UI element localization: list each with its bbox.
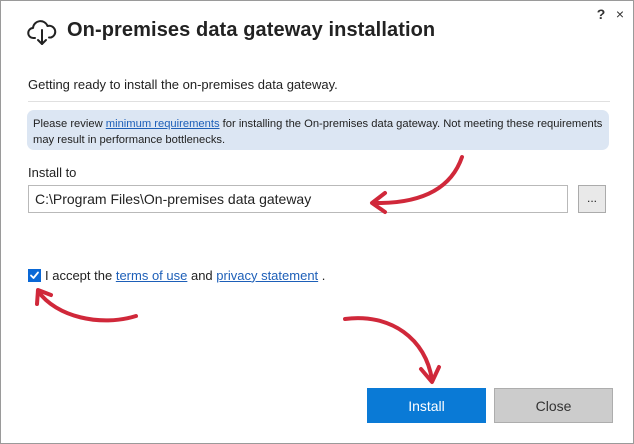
checkmark-icon — [30, 271, 39, 279]
close-button[interactable]: Close — [494, 388, 613, 423]
minimum-requirements-link[interactable]: minimum requirements — [106, 118, 220, 130]
close-window-button[interactable]: × — [611, 5, 629, 23]
accept-suffix: . — [318, 267, 326, 283]
accept-prefix: I accept the — [45, 267, 116, 283]
annotation-arrow-checkbox — [35, 288, 138, 323]
window-title: On-premises data gateway installation — [67, 19, 436, 41]
help-button[interactable]: ? — [593, 5, 609, 23]
privacy-statement-link[interactable]: privacy statement — [216, 268, 318, 283]
install-path-input[interactable] — [28, 185, 568, 213]
info-prefix: Please review — [33, 118, 106, 130]
install-button[interactable]: Install — [367, 388, 486, 423]
page-subtitle: Getting ready to install the on-premises… — [28, 77, 338, 92]
accept-terms-checkbox[interactable] — [28, 268, 41, 282]
annotation-arrow-install — [343, 316, 441, 384]
accept-middle: and — [187, 267, 217, 283]
accept-terms-row: I accept the terms of use and privacy st… — [28, 267, 325, 283]
browse-button[interactable]: ... — [578, 185, 606, 213]
divider — [28, 101, 610, 102]
installer-window: On-premises data gateway installation ? … — [0, 0, 634, 444]
annotation-arrows — [35, 155, 464, 384]
terms-of-use-link[interactable]: terms of use — [116, 268, 188, 283]
install-to-label: Install to — [28, 165, 77, 180]
cloud-download-icon — [27, 20, 57, 45]
requirements-info-box: Please review minimum requirements for i… — [27, 110, 609, 150]
